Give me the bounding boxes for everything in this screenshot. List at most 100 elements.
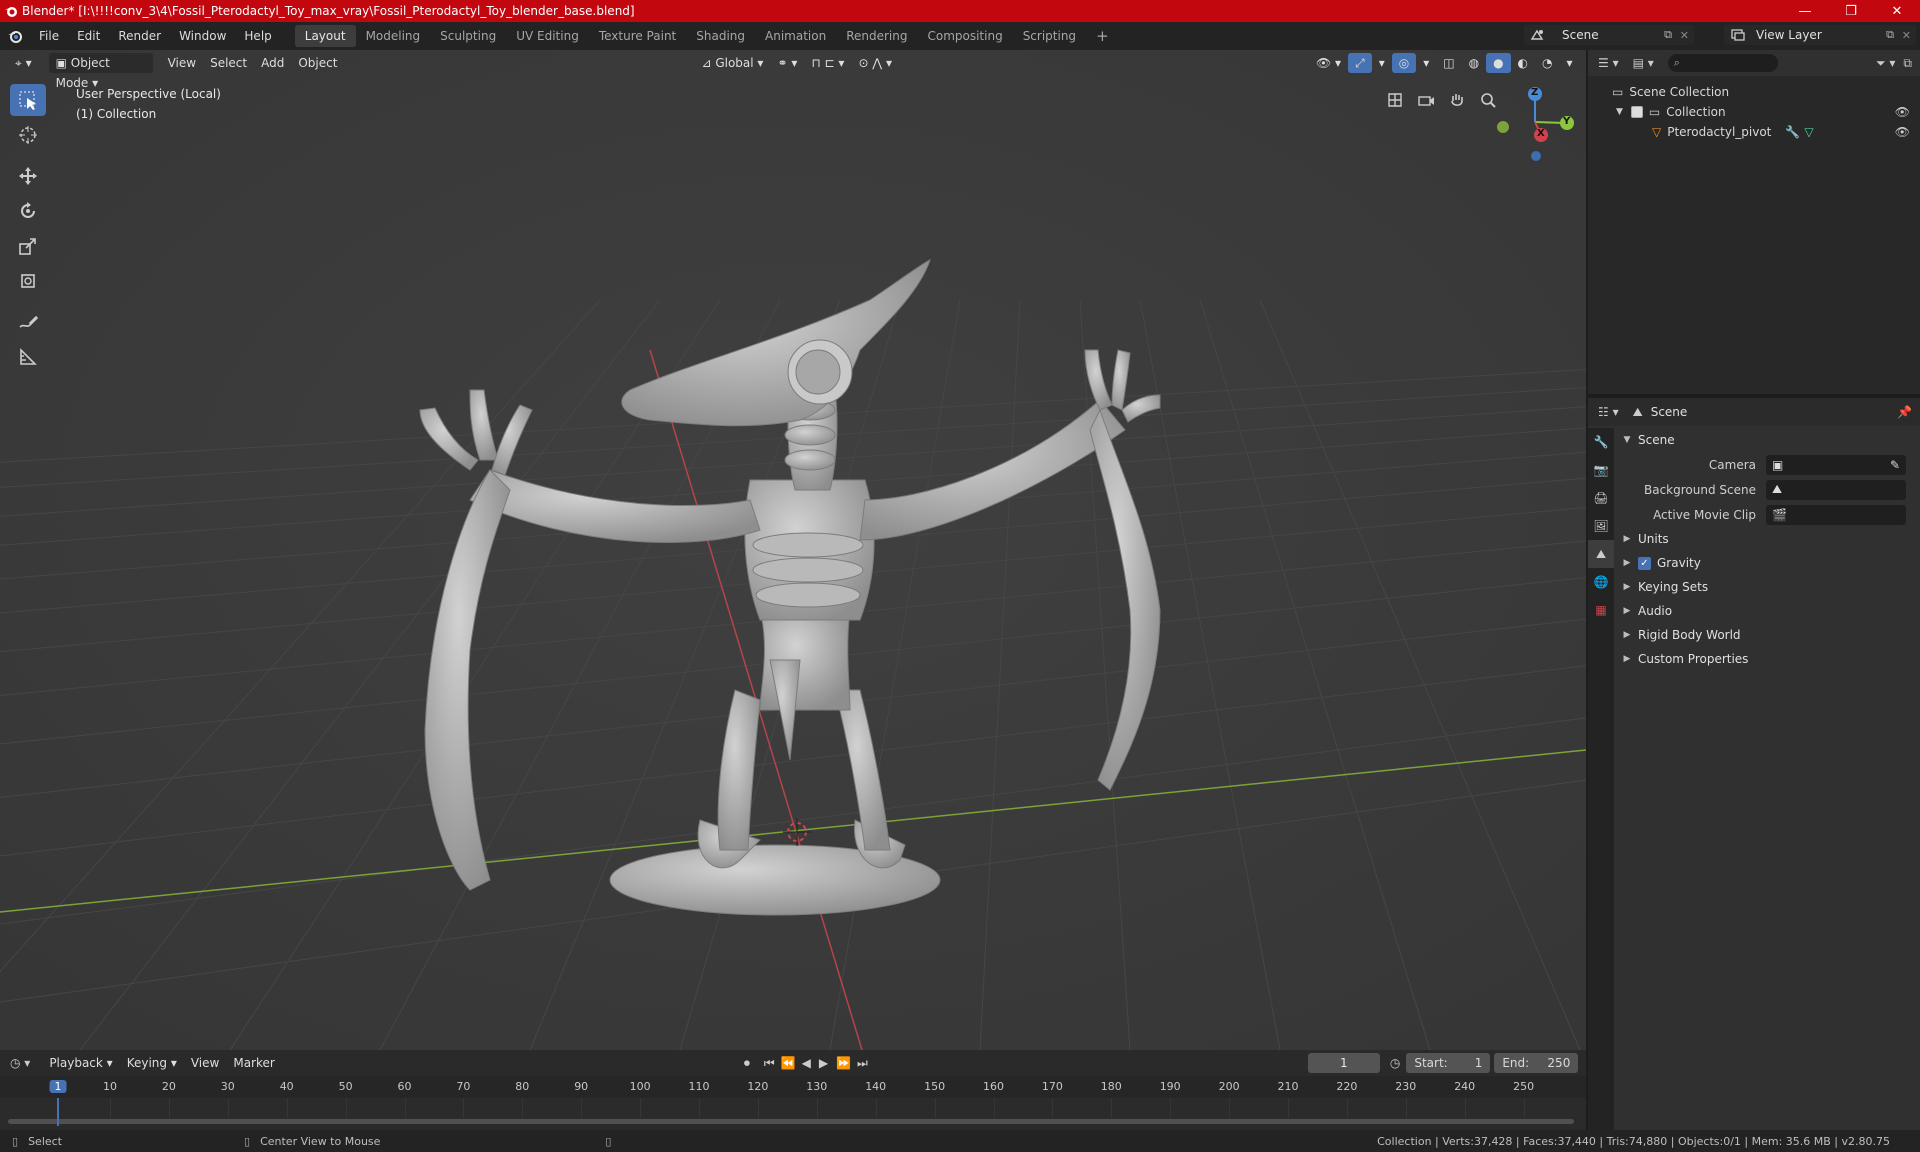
tab-texture-paint[interactable]: Texture Paint <box>589 25 686 47</box>
tab-world[interactable]: 🌐 <box>1588 568 1614 596</box>
menu-add[interactable]: Add <box>254 53 291 73</box>
maximize-button[interactable]: ❐ <box>1828 0 1874 22</box>
cursor-tool[interactable] <box>10 119 46 151</box>
eye-icon[interactable]: 👁 <box>1895 125 1910 139</box>
select-box-tool[interactable] <box>10 84 46 116</box>
outliner-row-object[interactable]: ▽ Pterodactyl_pivot 🔧 ▽ 👁 <box>1588 122 1920 142</box>
menu-select[interactable]: Select <box>203 53 254 73</box>
outliner-search-input[interactable]: ⌕ <box>1667 54 1778 72</box>
play-button[interactable]: ▶ <box>819 1056 828 1070</box>
preview-range-icon[interactable]: ◷ <box>1390 1056 1400 1070</box>
rigid-body-world-panel-header[interactable]: ▶ Rigid Body World <box>1616 623 1918 647</box>
scene-panel-header[interactable]: ▼ Scene <box>1616 428 1918 452</box>
menu-object[interactable]: Object <box>291 53 344 73</box>
outliner-row-scene-collection[interactable]: ▭ Scene Collection <box>1588 82 1920 102</box>
units-panel-header[interactable]: ▶ Units <box>1616 527 1918 551</box>
xray-icon[interactable]: ◫ <box>1436 53 1461 73</box>
measure-tool[interactable] <box>10 341 46 373</box>
add-workspace-button[interactable]: + <box>1086 25 1119 47</box>
outliner-row-collection[interactable]: ▼ ▭ Collection 👁 <box>1588 102 1920 122</box>
gizmo-z-label[interactable]: Z <box>1531 87 1538 98</box>
exclude-checkbox[interactable] <box>1630 106 1643 118</box>
blender-menu-icon[interactable] <box>0 22 30 50</box>
editor-type-icon[interactable]: ☷ ▾ <box>1598 405 1619 419</box>
scene-selector[interactable]: Scene ⧉ ✕ <box>1524 25 1694 45</box>
close-window-button[interactable]: ✕ <box>1874 0 1920 22</box>
timeline-scrollbar[interactable] <box>8 1119 1574 1124</box>
transform-tool[interactable] <box>10 265 46 297</box>
menu-render[interactable]: Render <box>109 22 170 50</box>
expand-arrow-icon[interactable]: ▼ <box>1616 107 1623 117</box>
tab-uv-editing[interactable]: UV Editing <box>506 25 589 47</box>
gizmo-toggle-icon[interactable]: ⤢ <box>1348 53 1372 73</box>
rendered-shading-icon[interactable]: ◔ <box>1535 53 1559 73</box>
tab-animation[interactable]: Animation <box>755 25 836 47</box>
menu-marker[interactable]: Marker <box>226 1053 281 1073</box>
overlays-icon[interactable]: ◎ <box>1391 53 1417 73</box>
view-layer-selector[interactable]: View Layer ⧉ ✕ <box>1724 25 1916 45</box>
tab-rendering[interactable]: Rendering <box>836 25 917 47</box>
move-tool[interactable] <box>10 160 46 192</box>
remove-scene-icon[interactable]: ✕ <box>1680 29 1689 42</box>
tab-view-layer[interactable]: 🖼 <box>1588 512 1614 540</box>
active-movie-clip-field[interactable]: 🎬 <box>1766 504 1906 525</box>
zoom-icon[interactable] <box>1473 86 1503 114</box>
minimize-button[interactable]: — <box>1782 0 1828 22</box>
menu-file[interactable]: File <box>30 22 68 50</box>
timeline-track[interactable] <box>0 1098 1586 1126</box>
editor-type-icon[interactable]: ◷ ▾ <box>10 1056 30 1070</box>
menu-window[interactable]: Window <box>170 22 235 50</box>
tab-texture[interactable]: ▦ <box>1588 596 1614 624</box>
eyedropper-icon[interactable]: ✎ <box>1890 458 1900 472</box>
gravity-checkbox[interactable]: ✓ <box>1638 556 1651 570</box>
wireframe-shading-icon[interactable]: ◍ <box>1462 53 1486 73</box>
pan-hand-icon[interactable] <box>1442 86 1472 114</box>
menu-playback[interactable]: Playback ▾ <box>42 1053 119 1073</box>
end-frame-field[interactable]: End: 250 <box>1494 1053 1579 1073</box>
tab-scene[interactable]: ⛰ <box>1588 540 1614 568</box>
tab-shading[interactable]: Shading <box>686 25 755 47</box>
snap-icon[interactable]: ⊓ ⊏ ▾ <box>804 53 851 73</box>
material-shading-icon[interactable]: ◐ <box>1511 53 1535 73</box>
tab-layout[interactable]: Layout <box>294 25 356 47</box>
pivot-icon[interactable]: ⚭ ▾ <box>770 53 804 73</box>
proportional-edit-icon[interactable]: ⊙ ⋀ ▾ <box>851 53 899 73</box>
gravity-panel-header[interactable]: ▶ ✓ Gravity <box>1616 551 1918 575</box>
orientation-selector[interactable]: ⊿ Global ▾ <box>694 53 770 73</box>
shading-dropdown-icon[interactable]: ▾ <box>1560 53 1580 73</box>
gizmo-x-label[interactable]: X <box>1537 128 1545 139</box>
scale-tool[interactable] <box>10 230 46 262</box>
next-keyframe-button[interactable]: ⏩ <box>836 1056 851 1070</box>
mesh-data-icon[interactable]: ▽ <box>1804 125 1813 139</box>
display-mode-icon[interactable]: ▤ ▾ <box>1633 56 1654 70</box>
record-button[interactable]: ⏺ <box>744 1056 750 1071</box>
custom-properties-panel-header[interactable]: ▶ Custom Properties <box>1616 647 1918 671</box>
menu-help[interactable]: Help <box>235 22 280 50</box>
menu-edit[interactable]: Edit <box>68 22 109 50</box>
jump-end-button[interactable]: ⏭ <box>857 1056 868 1071</box>
rotate-tool[interactable] <box>10 195 46 227</box>
tab-modeling[interactable]: Modeling <box>356 25 431 47</box>
play-reverse-button[interactable]: ◀ <box>802 1056 811 1070</box>
prev-keyframe-button[interactable]: ⏪ <box>781 1056 796 1070</box>
grid-view-icon[interactable] <box>1380 86 1410 114</box>
tab-render[interactable]: 📷 <box>1588 456 1614 484</box>
tab-scripting[interactable]: Scripting <box>1013 25 1086 47</box>
audio-panel-header[interactable]: ▶ Audio <box>1616 599 1918 623</box>
start-frame-field[interactable]: Start: 1 <box>1406 1053 1491 1073</box>
editor-type-button[interactable]: ⌖ ▾ <box>8 53 39 73</box>
pin-icon[interactable]: 📌 <box>1897 405 1912 419</box>
new-collection-icon[interactable]: ⧉ <box>1903 56 1912 71</box>
playhead[interactable] <box>57 1098 59 1126</box>
mode-selector[interactable]: ▣ Object Mode ▾ <box>48 53 153 90</box>
tab-output[interactable]: 🖨 <box>1588 484 1614 512</box>
editor-type-icon[interactable]: ☰ ▾ <box>1598 56 1619 70</box>
copy-icon[interactable]: ⧉ <box>1886 28 1894 42</box>
visibility-icon[interactable]: 👁 ▾ <box>1309 53 1348 73</box>
menu-timeline-view[interactable]: View <box>184 1053 226 1073</box>
camera-view-icon[interactable] <box>1411 86 1441 114</box>
gizmo-y-label[interactable]: Y <box>1563 116 1570 127</box>
jump-start-button[interactable]: ⏮ <box>764 1056 775 1071</box>
menu-view[interactable]: View <box>161 53 203 73</box>
filter-icon[interactable]: ⏷ ▾ <box>1876 56 1895 71</box>
